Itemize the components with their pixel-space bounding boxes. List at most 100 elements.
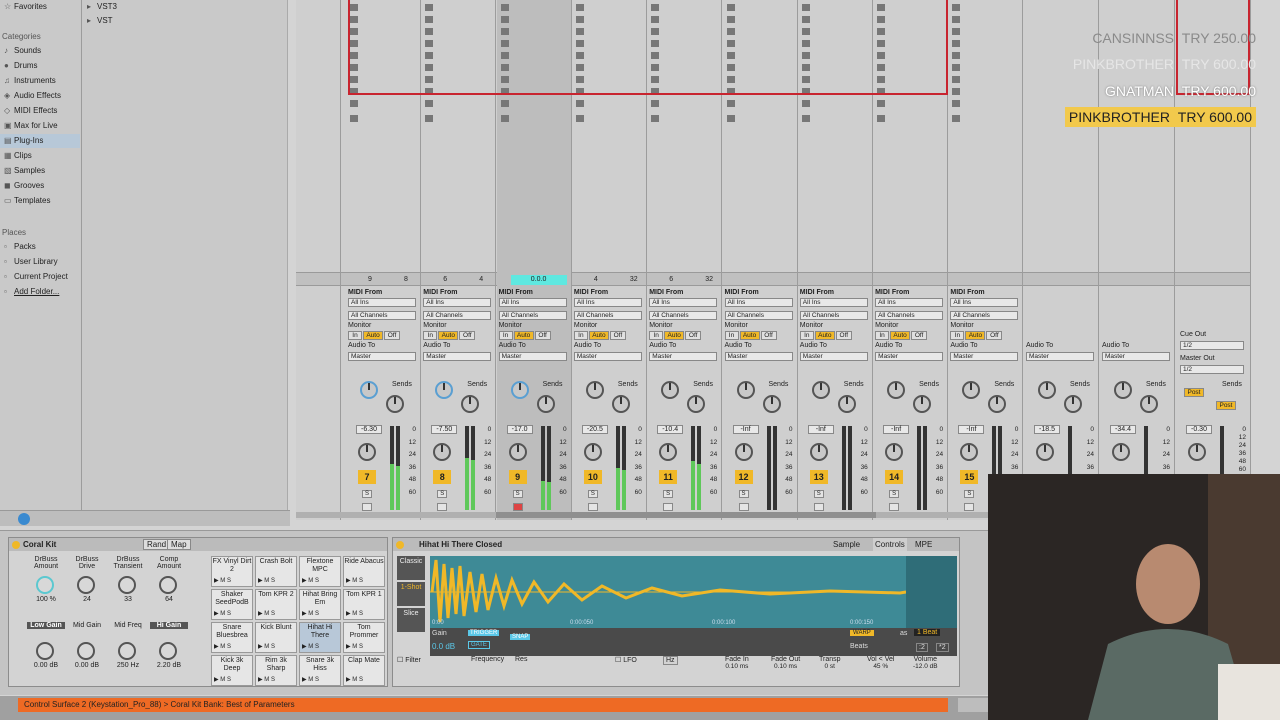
audio-output-select[interactable]: Master: [348, 352, 416, 361]
drum-pad[interactable]: Kick 3k Deep ▶ M S: [211, 655, 253, 686]
volume-display[interactable]: -34.4: [1110, 425, 1136, 434]
drum-pad[interactable]: Snare Bluesbrea ▶ M S: [211, 622, 253, 653]
sidebar-item-templates[interactable]: ▭ Templates: [4, 194, 50, 208]
pan-knob[interactable]: [809, 443, 828, 461]
arm-button[interactable]: [889, 503, 900, 511]
midi-channel-select[interactable]: All Channels: [724, 311, 793, 320]
track-activator-9[interactable]: 9: [508, 470, 527, 484]
volume-display[interactable]: -20.5: [581, 425, 608, 434]
drum-pad[interactable]: Snare 3k Hiss ▶ M S: [299, 655, 341, 686]
midi-channel-select[interactable]: All Channels: [875, 311, 944, 320]
monitor-auto-button[interactable]: Auto: [438, 331, 459, 340]
pad-mute-solo[interactable]: ▶ M S: [346, 610, 363, 618]
send-a-knob[interactable]: [1114, 381, 1132, 399]
solo-button[interactable]: S: [362, 490, 372, 498]
sidebar-item-max-for-live[interactable]: ▣ Max for Live: [4, 119, 58, 133]
gain-value[interactable]: 0.0 dB: [432, 642, 455, 651]
track-activator-10[interactable]: 10: [583, 470, 602, 484]
sidebar-item-grooves[interactable]: ◼ Grooves: [4, 179, 44, 193]
midi-input-select[interactable]: All Ins: [348, 298, 416, 307]
monitor-off-button[interactable]: Off: [911, 331, 928, 340]
clip-slot[interactable]: [425, 100, 434, 107]
macro-knob[interactable]: Low Gain 0.00 dB: [27, 622, 65, 669]
pad-mute-solo[interactable]: ▶ M S: [302, 577, 319, 585]
clip-slot[interactable]: [575, 100, 584, 107]
clip-slot[interactable]: [952, 4, 961, 11]
midi-input-select[interactable]: All Ins: [423, 298, 492, 307]
sidebar-item-clips[interactable]: ▦ Clips: [4, 149, 32, 163]
clip-slot[interactable]: [952, 52, 961, 59]
pan-knob[interactable]: [885, 443, 904, 461]
drum-pad[interactable]: Flextone MPC ▶ M S: [299, 556, 341, 587]
pad-mute-solo[interactable]: ▶ M S: [214, 577, 231, 585]
monitor-auto-button[interactable]: Auto: [588, 331, 609, 340]
knob[interactable]: [159, 642, 177, 660]
clip-slot[interactable]: [952, 76, 961, 83]
monitor-off-button[interactable]: Off: [685, 331, 702, 340]
sample-waveform-display[interactable]: 0:00 0:00:050 0:00:100 0:00:150: [430, 556, 957, 628]
midi-input-select[interactable]: All Ins: [950, 298, 1019, 307]
macro-knob[interactable]: DrBuss Amount 100 %: [27, 556, 65, 603]
pan-knob[interactable]: [508, 443, 527, 461]
volume-display[interactable]: -Inf: [807, 425, 834, 434]
send-a-knob[interactable]: [360, 381, 378, 399]
track-activator-12[interactable]: 12: [734, 470, 753, 484]
arm-button[interactable]: [512, 503, 523, 511]
monitor-off-button[interactable]: Off: [609, 331, 626, 340]
pan-knob[interactable]: [1036, 443, 1054, 461]
place-item-current-project[interactable]: ▫ Current Project: [4, 270, 68, 284]
warp-mode-select[interactable]: Beats: [850, 643, 868, 650]
audio-output-select[interactable]: Master: [875, 352, 944, 361]
pad-mute-solo[interactable]: ▶ M S: [346, 676, 363, 684]
lfo-hz-button[interactable]: Hz: [663, 656, 678, 665]
warp-button[interactable]: WARP: [850, 630, 874, 636]
volume-display[interactable]: -7.50: [431, 425, 458, 434]
drum-pad[interactable]: Ride Abacus ▶ M S: [343, 556, 385, 587]
track-activator-15[interactable]: 15: [960, 470, 979, 484]
clip-slot[interactable]: [350, 100, 358, 107]
volume-display[interactable]: -17.0: [506, 425, 533, 434]
drum-pad[interactable]: Shaker SeedPodB ▶ M S: [211, 589, 253, 620]
tab-mpe[interactable]: MPE: [915, 538, 932, 551]
send-b-knob[interactable]: [1064, 395, 1082, 413]
track-activator-7[interactable]: 7: [358, 470, 376, 484]
clip-slot[interactable]: [952, 16, 961, 23]
folder-vst3[interactable]: ▸ VST3: [87, 0, 117, 14]
place-item-user-library[interactable]: ▫ User Library: [4, 255, 58, 269]
monitor-in-button[interactable]: In: [875, 331, 890, 340]
volume-display[interactable]: -10.4: [657, 425, 684, 434]
double-button[interactable]: *2: [936, 643, 949, 652]
pan-knob[interactable]: [433, 443, 452, 461]
midi-channel-select[interactable]: All Channels: [649, 311, 718, 320]
pan-knob[interactable]: [358, 443, 376, 461]
preview-icon[interactable]: [18, 513, 30, 525]
pan-knob[interactable]: [734, 443, 753, 461]
track-activator-11[interactable]: 11: [659, 470, 678, 484]
drum-pad[interactable]: Hihat Bring Em ▶ M S: [299, 589, 341, 620]
mode-one-shot[interactable]: 1-Shot: [397, 582, 425, 606]
audio-output-select[interactable]: Master: [573, 352, 642, 361]
volume-display[interactable]: -Inf: [883, 425, 910, 434]
send-a-knob[interactable]: [736, 381, 755, 399]
tab-controls[interactable]: Controls: [873, 538, 907, 551]
gate-button[interactable]: GATE: [468, 641, 490, 649]
map-button[interactable]: Map: [167, 539, 191, 550]
arm-button[interactable]: [587, 503, 598, 511]
send-a-knob[interactable]: [585, 381, 604, 399]
arm-button[interactable]: [964, 503, 975, 511]
pad-mute-solo[interactable]: ▶ M S: [258, 577, 275, 585]
cue-out-select[interactable]: 1/2: [1180, 341, 1244, 350]
trigger-button[interactable]: TRIGGER: [468, 630, 500, 636]
sidebar-item-favorites[interactable]: ☆ Favorites: [4, 0, 47, 14]
volume-display[interactable]: -Inf: [732, 425, 759, 434]
clip-slot[interactable]: [801, 100, 810, 107]
clip-slot[interactable]: [726, 100, 735, 107]
fade-in-control[interactable]: Fade In 0.10 ms: [725, 656, 749, 670]
audio-output-select[interactable]: Master: [649, 352, 718, 361]
pad-mute-solo[interactable]: ▶ M S: [302, 676, 319, 684]
send-b-knob[interactable]: [762, 395, 781, 413]
midi-channel-select[interactable]: All Channels: [348, 311, 416, 320]
send-b-knob[interactable]: [913, 395, 932, 413]
midi-channel-select[interactable]: All Channels: [799, 311, 868, 320]
pad-mute-solo[interactable]: ▶ M S: [302, 610, 319, 618]
